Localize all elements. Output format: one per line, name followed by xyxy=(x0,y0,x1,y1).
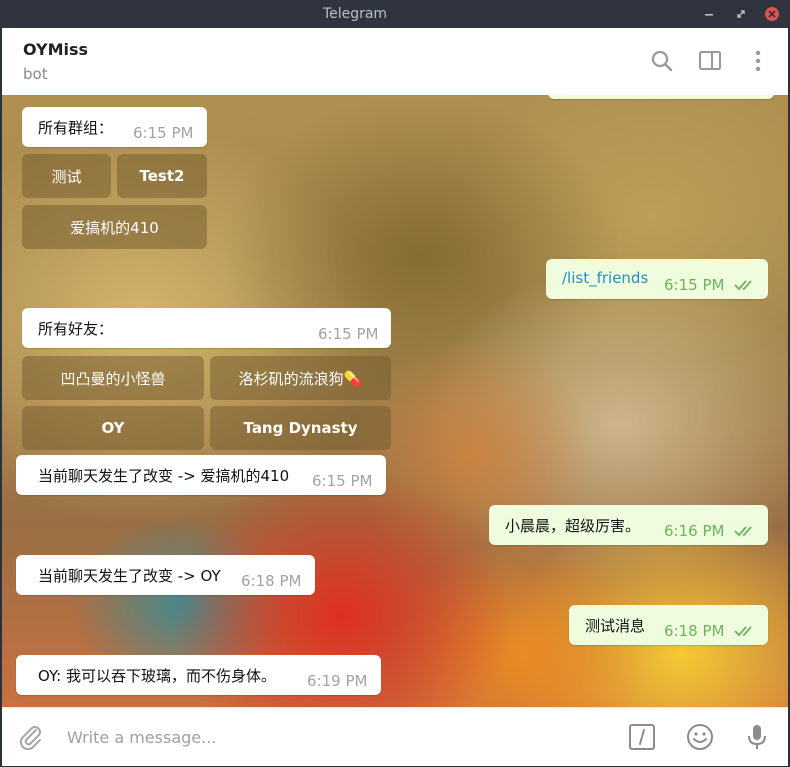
inline-button-group[interactable]: 测试 xyxy=(22,154,111,198)
emoji-icon[interactable] xyxy=(685,722,715,752)
message-incoming: 所有好友： 6:15 PM xyxy=(22,308,391,348)
double-check-icon xyxy=(734,280,752,291)
sidebar-toggle-icon[interactable] xyxy=(697,48,723,74)
message-input[interactable]: Write a message... xyxy=(67,728,216,747)
message-incoming: 当前聊天发生了改变 -> 爱搞机的410 6:15 PM xyxy=(16,455,386,495)
message-time: 6:15 PM xyxy=(318,325,379,343)
message-text: 所有群组： xyxy=(38,119,114,137)
microphone-icon[interactable] xyxy=(742,722,772,752)
double-check-icon xyxy=(734,626,752,637)
message-time: 6:15 PM xyxy=(133,124,194,142)
title-bar: Telegram xyxy=(0,0,790,28)
minimize-icon[interactable] xyxy=(700,5,718,23)
inline-button-group[interactable]: 爱搞机的410 xyxy=(22,205,207,249)
attach-icon[interactable] xyxy=(16,722,46,752)
message-time: 6:16 PM xyxy=(664,522,725,540)
message-text: OY: 我可以吞下玻璃，而不伤身体。 xyxy=(38,667,276,685)
maximize-icon[interactable] xyxy=(732,5,750,23)
message-time: 6:18 PM xyxy=(241,572,302,590)
message-text: 当前聊天发生了改变 -> 爱搞机的410 xyxy=(38,467,290,485)
search-icon[interactable] xyxy=(649,48,675,74)
message-time: 6:19 PM xyxy=(307,672,368,690)
chat-name[interactable]: OYMiss xyxy=(23,40,88,59)
message-outgoing: /list_friends 6:15 PM xyxy=(546,259,768,299)
message-text: 所有好友： xyxy=(38,320,114,338)
message-text: 小晨晨，超级厉害。 xyxy=(505,517,641,535)
chat-header: OYMiss bot xyxy=(2,28,788,96)
message-outgoing-partial xyxy=(548,95,774,99)
inline-button-group[interactable]: Test2 xyxy=(117,154,207,198)
inline-button-friend[interactable]: OY xyxy=(22,406,204,450)
window-title: Telegram xyxy=(322,6,388,22)
close-icon[interactable] xyxy=(763,5,781,23)
telegram-window: Telegram OYMiss bot 所有群组： 6:15 PM 测试 Tes… xyxy=(0,0,790,767)
double-check-icon xyxy=(734,526,752,537)
bot-command-icon[interactable] xyxy=(627,722,657,752)
message-incoming: 所有群组： 6:15 PM xyxy=(22,107,207,147)
more-vertical-icon[interactable] xyxy=(745,48,771,74)
message-text: 测试消息 xyxy=(585,617,646,635)
message-outgoing: 小晨晨，超级厉害。 6:16 PM xyxy=(489,505,768,545)
chat-status: bot xyxy=(23,65,48,83)
message-text: 当前聊天发生了改变 -> OY xyxy=(38,567,221,585)
message-time: 6:15 PM xyxy=(312,472,373,490)
inline-button-friend[interactable]: 凹凸曼的小怪兽 xyxy=(22,356,204,400)
inline-button-friend[interactable]: Tang Dynasty xyxy=(210,406,391,450)
compose-bar: Write a message... xyxy=(2,707,788,766)
message-outgoing: 测试消息 6:18 PM xyxy=(569,605,768,645)
bot-command-link[interactable]: /list_friends xyxy=(562,269,648,287)
message-time: 6:18 PM xyxy=(664,622,725,640)
message-incoming: 当前聊天发生了改变 -> OY 6:18 PM xyxy=(16,555,315,595)
message-incoming: OY: 我可以吞下玻璃，而不伤身体。 6:19 PM xyxy=(16,655,381,695)
message-time: 6:15 PM xyxy=(664,276,725,294)
inline-button-friend[interactable]: 洛杉矶的流浪狗💊 xyxy=(210,356,391,400)
chat-history[interactable]: 所有群组： 6:15 PM 测试 Test2 爱搞机的410 /list_fri… xyxy=(2,95,788,707)
